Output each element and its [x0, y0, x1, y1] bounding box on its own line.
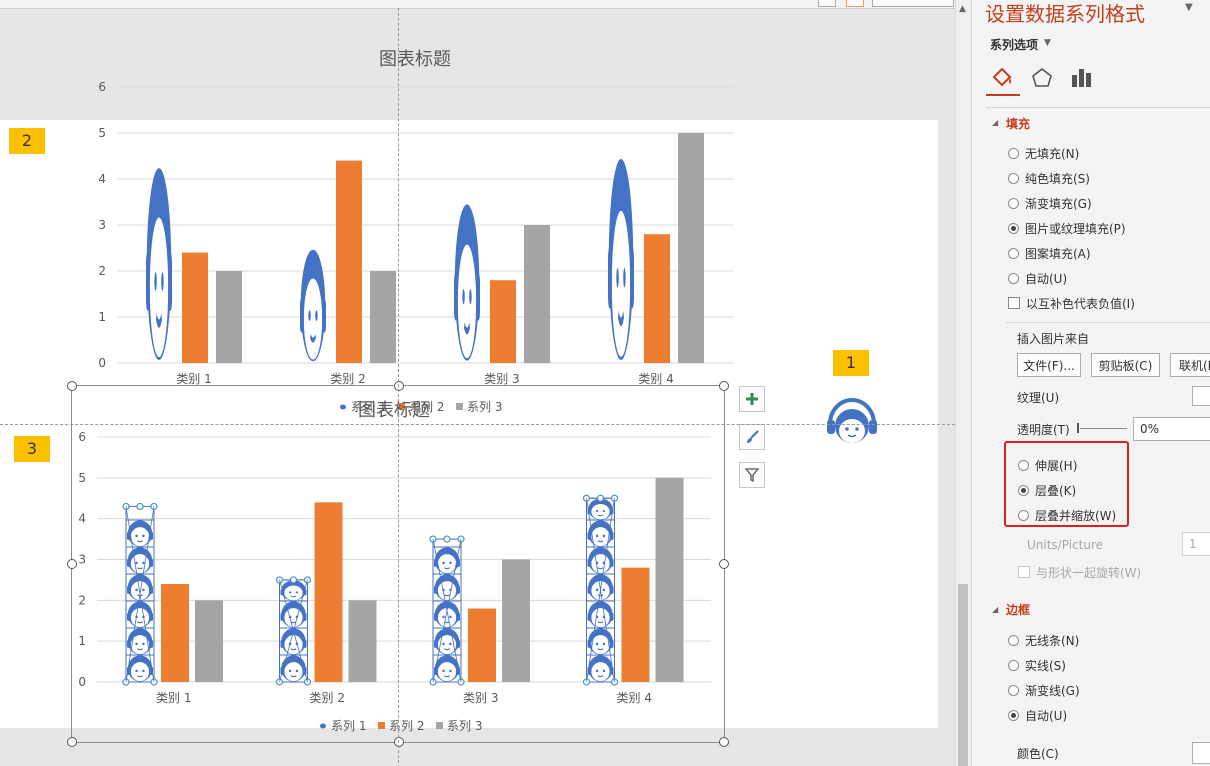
resize-handle-l[interactable] — [67, 559, 77, 569]
border-color-label: 颜色(C) — [1017, 747, 1059, 761]
pane-divider — [986, 107, 1210, 108]
scroll-up-icon[interactable]: ▲ — [959, 4, 966, 14]
resize-handle-tr[interactable] — [719, 381, 729, 391]
transparency-slider-thumb[interactable] — [1077, 423, 1079, 433]
fill-option-none[interactable]: 无填充(N) — [1008, 144, 1079, 162]
pane-title: 设置数据系列格式 — [985, 2, 1145, 26]
fill-option-pattern[interactable]: 图案填充(A) — [1008, 244, 1091, 262]
border-option-none[interactable]: 无线条(N) — [1008, 631, 1079, 649]
fill-option-gradient[interactable]: 渐变填充(G) — [1008, 194, 1092, 212]
resize-handle-r[interactable] — [719, 559, 729, 569]
fill-option-automatic[interactable]: 自动(U) — [1008, 269, 1067, 287]
chart-filters-button[interactable] — [739, 462, 765, 488]
collapse-triangle-icon[interactable]: ◢ — [992, 605, 998, 614]
border-option-gradient[interactable]: 渐变线(G) — [1008, 681, 1080, 699]
fill-line-tab[interactable] — [988, 64, 1016, 92]
series-options-dropdown[interactable]: 系列选项 — [990, 36, 1038, 53]
online-button[interactable]: 联机(E)... — [1170, 353, 1210, 377]
chart-styles-button[interactable] — [739, 424, 765, 450]
fill-line-icon — [992, 67, 1012, 87]
picture-option-stack-scale[interactable]: 层叠并缩放(W) — [1018, 506, 1116, 524]
insert-picture-from-label: 插入图片来自 — [1017, 332, 1090, 346]
units-picture-label: Units/Picture — [1027, 538, 1103, 552]
transparency-slider[interactable] — [1080, 428, 1127, 429]
vertical-scrollbar[interactable]: ▲ — [955, 0, 971, 766]
units-picture-input[interactable]: 1 — [1182, 532, 1210, 556]
vertical-guide — [398, 8, 399, 766]
picture-option-stack[interactable]: 层叠(K) — [1018, 481, 1076, 499]
transparency-input[interactable]: 0% — [1133, 417, 1210, 441]
slide-canvas: 图表标题 0 1 2 3 4 5 6 类别 1 类别 2 类别 3 类别 4 系列 1 系列 2 系列 3… — [0, 0, 955, 766]
picture-option-stretch[interactable]: 伸展(H) — [1018, 456, 1077, 474]
resize-handle-br[interactable] — [719, 737, 729, 747]
rotate-with-shape-checkbox[interactable]: 与形状一起旋转(W) — [1018, 563, 1141, 581]
tag-1: 1 — [833, 350, 869, 376]
fill-option-solid[interactable]: 纯色填充(S) — [1008, 169, 1090, 187]
filter-icon — [744, 468, 760, 483]
tag-2: 2 — [9, 128, 45, 154]
border-option-solid[interactable]: 实线(S) — [1008, 656, 1066, 674]
tag-3: 3 — [14, 436, 50, 462]
series-options-tab[interactable] — [1067, 64, 1095, 92]
series-options-icon — [1072, 69, 1091, 87]
resize-handle-tl[interactable] — [67, 381, 77, 391]
texture-picker-icon[interactable] — [1192, 386, 1210, 406]
invert-if-negative-checkbox[interactable]: 以互补色代表负值(I) — [1008, 294, 1135, 312]
chevron-down-icon[interactable]: ▼ — [1044, 38, 1051, 48]
file-button[interactable]: 文件(F)... — [1017, 353, 1081, 377]
pane-options-icon[interactable]: ▼ — [1185, 2, 1193, 13]
brush-icon — [747, 430, 759, 443]
resize-handle-t[interactable] — [394, 381, 404, 391]
resize-handle-b[interactable] — [394, 737, 404, 747]
border-color-picker[interactable] — [1192, 742, 1210, 764]
collapse-triangle-icon[interactable]: ◢ — [992, 118, 998, 127]
format-data-series-pane: 设置数据系列格式 ▼ 系列选项 ▼ ◢ 填充 无填充(N) 纯色填充(S) 渐变… — [971, 0, 1210, 766]
texture-label: 纹理(U) — [1017, 391, 1060, 405]
transparency-label: 透明度(T) — [1017, 423, 1070, 437]
active-tab-indicator — [986, 94, 1020, 96]
horizontal-guide — [0, 424, 955, 425]
chart-elements-button[interactable] — [739, 386, 765, 412]
fill-option-picture[interactable]: 图片或纹理填充(P) — [1008, 219, 1126, 237]
border-section-heading[interactable]: 边框 — [1006, 601, 1030, 618]
border-option-automatic[interactable]: 自动(U) — [1008, 706, 1067, 724]
scroll-thumb[interactable] — [958, 584, 968, 766]
plus-icon — [746, 393, 758, 405]
girl-head-picture[interactable] — [824, 392, 880, 450]
effects-icon — [1032, 67, 1052, 87]
effects-tab[interactable] — [1028, 64, 1056, 92]
subsection-divider — [1006, 322, 1210, 323]
clipboard-button[interactable]: 剪贴板(C) — [1091, 353, 1160, 377]
fill-section-heading[interactable]: 填充 — [1006, 115, 1030, 132]
resize-handle-bl[interactable] — [67, 737, 77, 747]
